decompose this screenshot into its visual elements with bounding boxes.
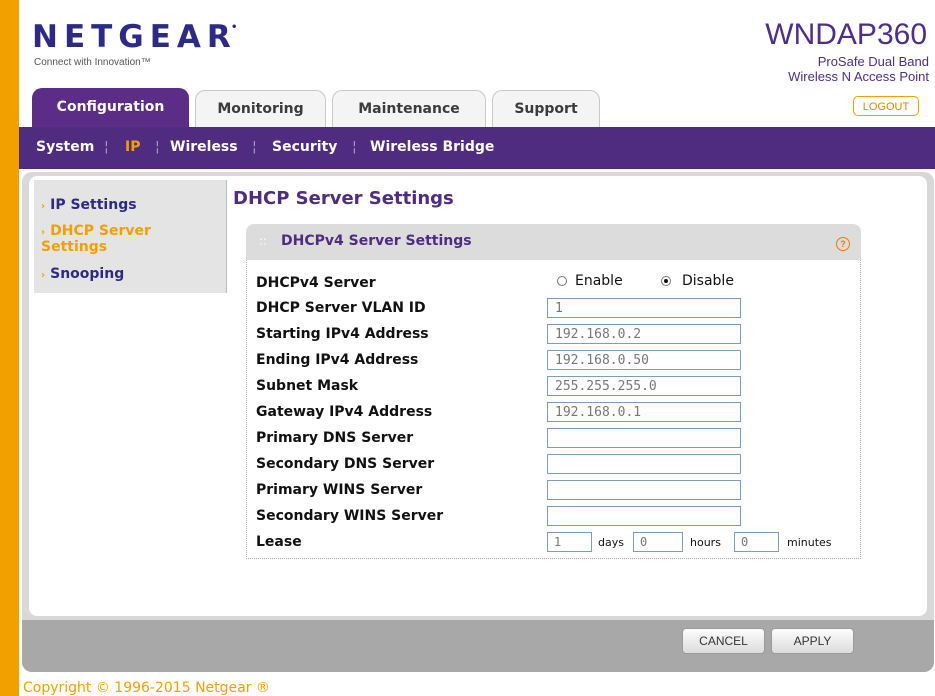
subnav-separator: ¦ bbox=[104, 139, 109, 155]
product-line-1: ProSafe Dual Band bbox=[817, 54, 929, 69]
product-description: ProSafe Dual Band Wireless N Access Poin… bbox=[788, 54, 929, 84]
subnet-mask-label: Subnet Mask bbox=[256, 378, 359, 394]
side-menu: › IP Settings › DHCP Server Settings › Snoo… bbox=[34, 180, 227, 293]
left-accent-bar bbox=[0, 0, 19, 696]
sidebar-item-dhcp-server[interactable]: › DHCP Server Settings bbox=[41, 224, 191, 255]
starting-ip-input[interactable]: 192.168.0.2 bbox=[547, 324, 741, 344]
vlan-id-label: DHCP Server VLAN ID bbox=[256, 300, 426, 316]
ending-ip-label: Ending IPv4 Address bbox=[256, 352, 419, 368]
secondary-wins-input[interactable] bbox=[547, 506, 741, 526]
gateway-label: Gateway IPv4 Address bbox=[256, 404, 433, 420]
netgear-logo: NETGEAR bbox=[32, 19, 237, 55]
primary-dns-label: Primary DNS Server bbox=[256, 430, 414, 446]
subnav-security[interactable]: Security bbox=[272, 139, 337, 155]
cancel-button[interactable]: CANCEL bbox=[682, 628, 765, 654]
gateway-input[interactable]: 192.168.0.1 bbox=[547, 402, 741, 422]
secondary-dns-input[interactable] bbox=[547, 454, 741, 474]
grip-icon: :: bbox=[259, 234, 268, 248]
lease-label: Lease bbox=[256, 534, 302, 550]
device-model: WNDAP360 bbox=[765, 18, 927, 51]
subnav-separator: ¦ bbox=[155, 139, 160, 155]
tab-monitoring[interactable]: Monitoring bbox=[195, 90, 326, 128]
sidebar-item-label: Snooping bbox=[50, 266, 125, 282]
product-line-2: Wireless N Access Point bbox=[788, 69, 929, 84]
lease-hours-input[interactable]: 0 bbox=[633, 532, 683, 552]
logout-button[interactable]: LOGOUT bbox=[853, 96, 919, 116]
subnav-wireless-bridge[interactable]: Wireless Bridge bbox=[370, 139, 494, 155]
lease-days-input[interactable]: 1 bbox=[547, 532, 592, 552]
page-title: DHCP Server Settings bbox=[233, 188, 454, 209]
lease-minutes-input[interactable]: 0 bbox=[734, 532, 779, 552]
sidebar-item-snooping[interactable]: › Snooping bbox=[41, 267, 124, 283]
minutes-label: minutes bbox=[787, 536, 832, 549]
primary-wins-label: Primary WINS Server bbox=[256, 482, 423, 498]
enable-radio[interactable] bbox=[557, 276, 567, 286]
disable-label: Disable bbox=[682, 273, 734, 289]
subnav-separator: ¦ bbox=[352, 139, 357, 155]
copyright-text: Copyright © 1996-2015 Netgear ® bbox=[23, 680, 270, 696]
enable-label: Enable bbox=[575, 273, 623, 289]
ending-ip-input[interactable]: 192.168.0.50 bbox=[547, 350, 741, 370]
subnav-wireless[interactable]: Wireless bbox=[170, 139, 238, 155]
hours-label: hours bbox=[690, 536, 721, 549]
help-icon[interactable]: ? bbox=[836, 237, 850, 251]
chevron-right-icon: › bbox=[41, 227, 46, 238]
section-header: :: DHCPv4 Server Settings ? bbox=[246, 224, 861, 260]
tab-maintenance[interactable]: Maintenance bbox=[332, 90, 486, 128]
subnav-separator: ¦ bbox=[252, 139, 257, 155]
logo-mark: • bbox=[231, 22, 238, 33]
vlan-id-input[interactable]: 1 bbox=[547, 298, 741, 318]
subnet-mask-input[interactable]: 255.255.255.0 bbox=[547, 376, 741, 396]
sidebar-item-label: IP Settings bbox=[50, 197, 137, 213]
tab-support[interactable]: Support bbox=[492, 90, 600, 128]
chevron-right-icon: › bbox=[41, 201, 46, 212]
primary-dns-input[interactable] bbox=[547, 428, 741, 448]
secondary-wins-label: Secondary WINS Server bbox=[256, 508, 444, 524]
subnav-system[interactable]: System bbox=[36, 139, 94, 155]
apply-button[interactable]: APPLY bbox=[771, 628, 854, 654]
tab-configuration[interactable]: Configuration bbox=[32, 88, 189, 129]
primary-wins-input[interactable] bbox=[547, 480, 741, 500]
dhcp-server-label: DHCPv4 Server bbox=[256, 275, 376, 291]
sub-navigation: System ¦ IP ¦ Wireless ¦ Security ¦ Wire… bbox=[19, 127, 935, 169]
disable-radio[interactable] bbox=[661, 276, 671, 286]
secondary-dns-label: Secondary DNS Server bbox=[256, 456, 435, 472]
subnav-ip[interactable]: IP bbox=[125, 139, 140, 155]
sidebar-item-ip-settings[interactable]: › IP Settings bbox=[41, 198, 137, 214]
section-title: DHCPv4 Server Settings bbox=[281, 233, 472, 249]
chevron-right-icon: › bbox=[41, 270, 46, 281]
starting-ip-label: Starting IPv4 Address bbox=[256, 326, 429, 342]
days-label: days bbox=[598, 536, 624, 549]
sidebar-item-label: DHCP Server Settings bbox=[41, 223, 151, 255]
brand-tagline: Connect with Innovation™ bbox=[34, 57, 151, 68]
